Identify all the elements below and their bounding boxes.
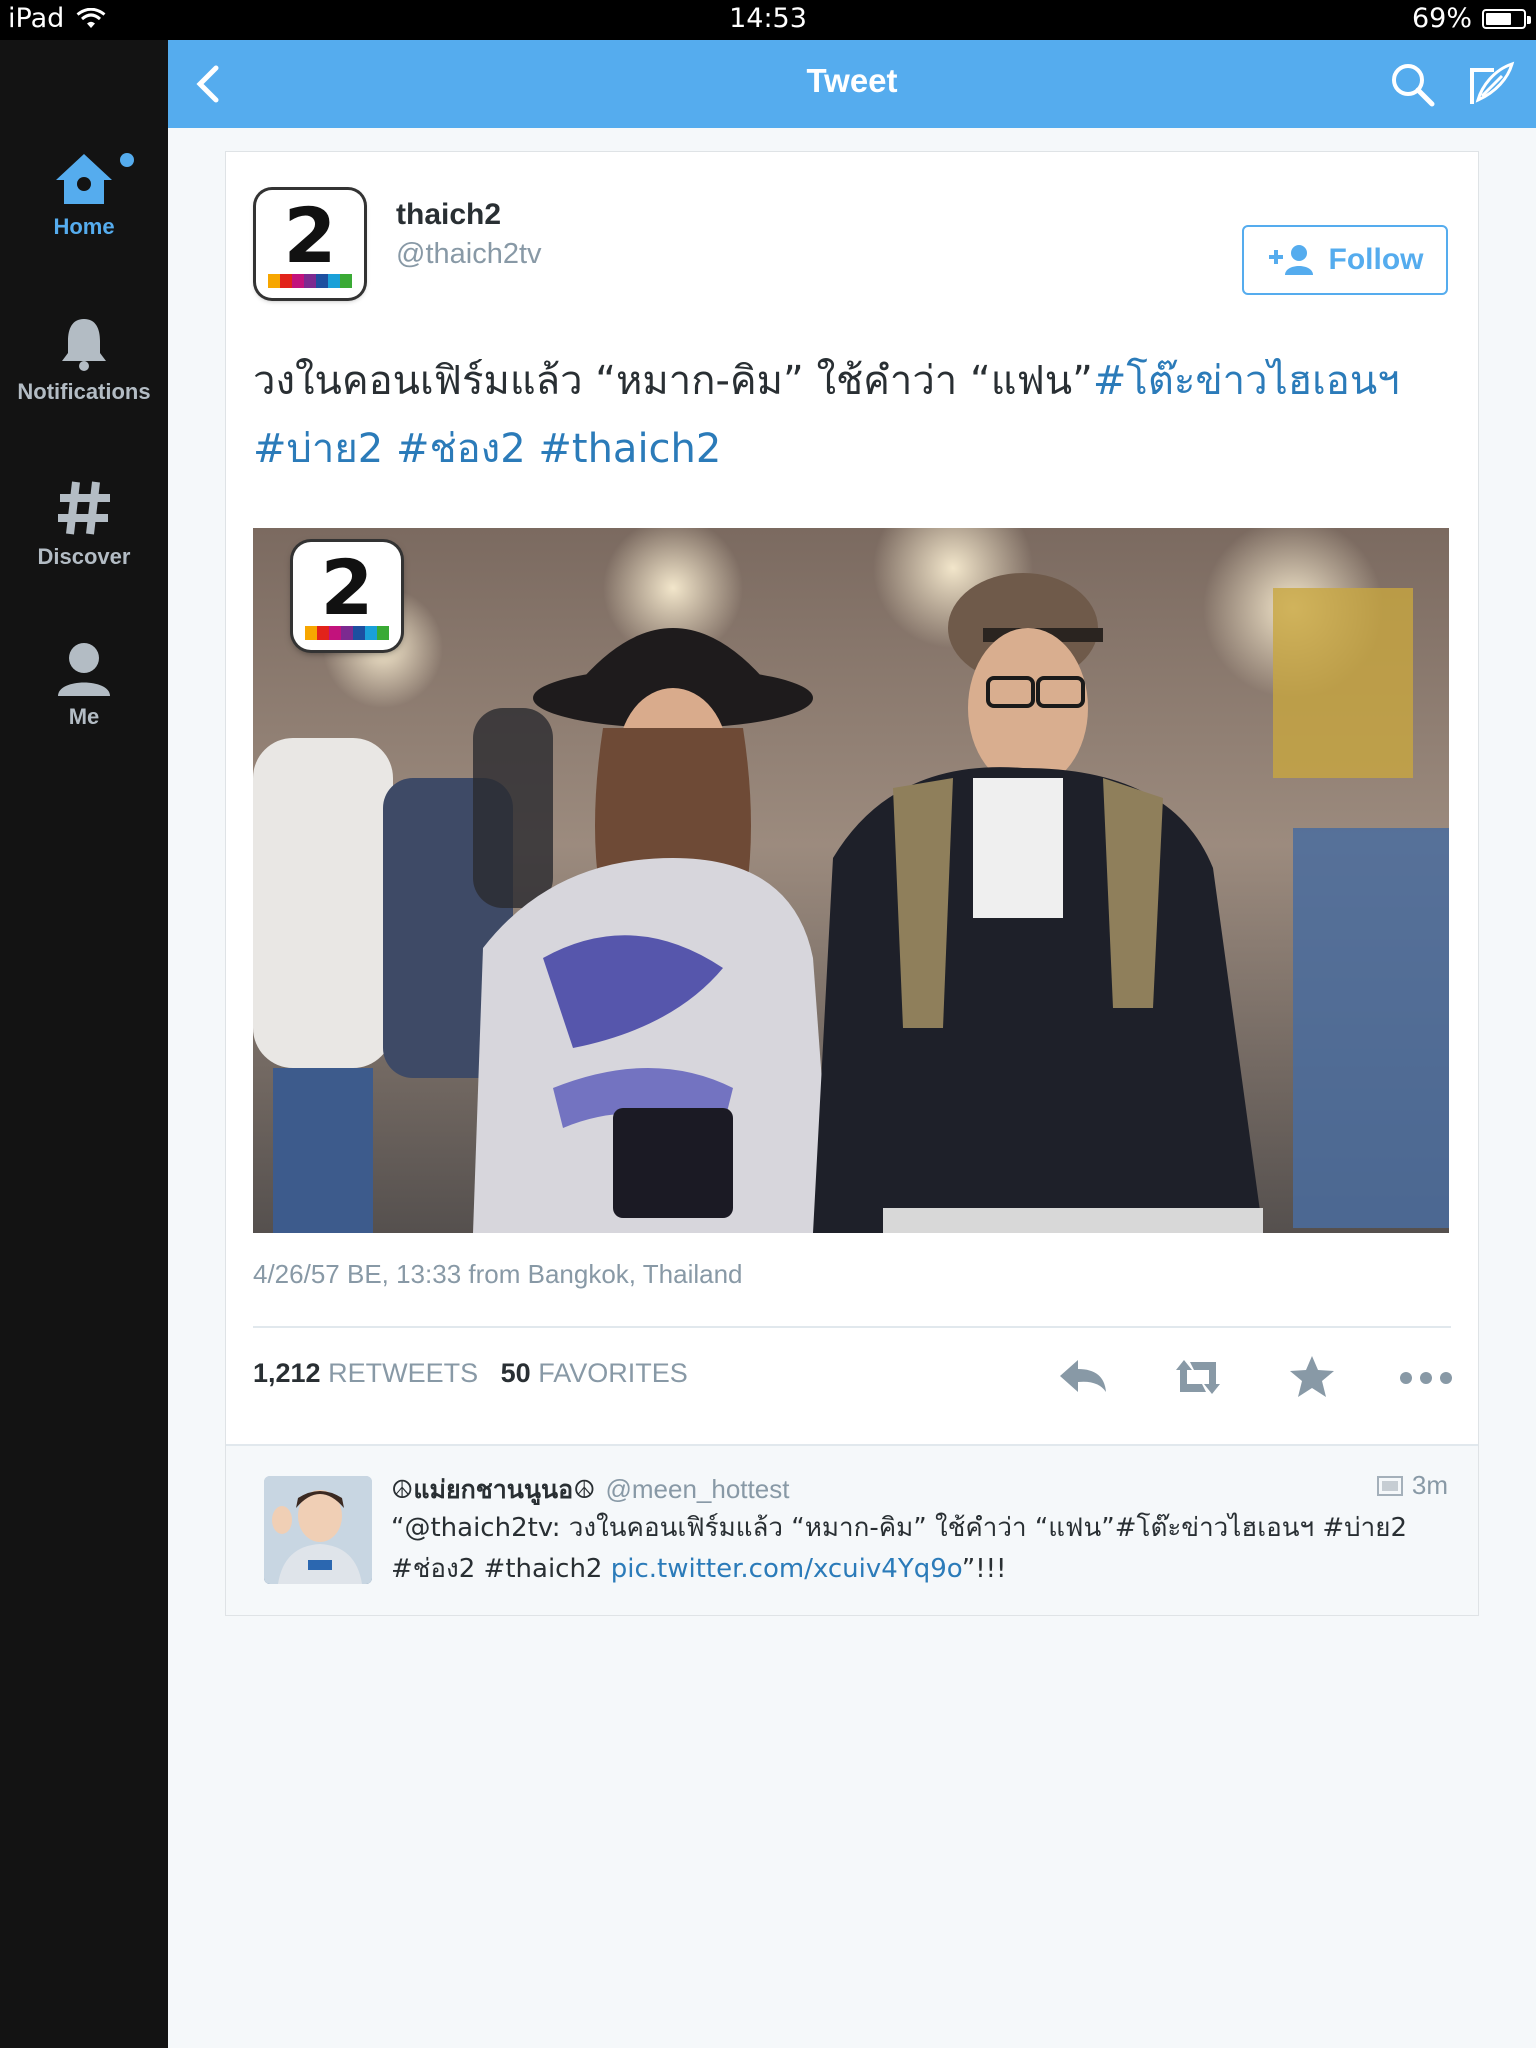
reply-timestamp: 3m	[1411, 1470, 1448, 1500]
favorite-count[interactable]: 50	[501, 1358, 531, 1388]
tweet-timestamp-location: 4/26/57 BE, 13:33 from Bangkok, Thailand	[253, 1259, 743, 1289]
reply-text: “@thaich2tv: วงในคอนเฟิร์มแล้ว “หมาก-คิม…	[391, 1508, 1421, 1590]
retweet-button[interactable]	[1168, 1352, 1228, 1402]
author-name[interactable]: thaich2	[396, 198, 501, 232]
reply-button[interactable]	[1054, 1352, 1114, 1402]
photo-scene	[253, 528, 1449, 1233]
follow-label: Follow	[1328, 243, 1424, 276]
sidebar-item-discover[interactable]: Discover	[0, 478, 168, 570]
reply-avatar-photo	[264, 1476, 372, 1584]
reply-header: ☮แม่ยกชานนูนอ☮ @meen_hottest	[391, 1470, 789, 1510]
reply-icon	[1060, 1360, 1106, 1392]
reply-tweet[interactable]: ☮แม่ยกชานนูนอ☮ @meen_hottest 3m “@thaich2…	[226, 1446, 1478, 1615]
photo-attachment-icon	[1376, 1475, 1403, 1496]
favorite-button[interactable]	[1282, 1352, 1342, 1402]
search-icon[interactable]	[1390, 62, 1436, 108]
sidebar-item-notifications[interactable]: Notifications	[0, 315, 168, 405]
author-handle[interactable]: @thaich2tv	[396, 238, 542, 271]
more-button[interactable]	[1396, 1352, 1456, 1402]
more-icon	[1400, 1372, 1452, 1384]
hashtag-icon	[58, 481, 110, 535]
hashtag-link[interactable]: #ช่อง2	[396, 426, 526, 472]
sidebar-item-label: Notifications	[17, 379, 151, 404]
sidebar-item-label: Discover	[37, 544, 131, 569]
reply-time: 3m	[1376, 1470, 1448, 1501]
follow-button[interactable]: Follow	[1242, 225, 1448, 295]
avatar-logo-text: 2	[283, 191, 337, 280]
hashtag-link[interactable]: #บ่าย2	[253, 426, 383, 472]
tweet-card: 2 thaich2 @thaich2tv Follow วงในคอนเฟิร์…	[225, 151, 1479, 1616]
reply-body-end: ”!!!	[961, 1554, 1007, 1584]
page-title: Tweet	[806, 62, 898, 99]
tweet-text: วงในคอนเฟิร์มแล้ว “หมาก-คิม” ใช้คำว่า “แ…	[253, 347, 1453, 483]
reply-author-handle[interactable]: @meen_hottest	[606, 1474, 790, 1504]
birdhouse-icon	[56, 154, 112, 204]
sidebar: Home Notifications Discover Me	[0, 40, 168, 2048]
avatar-color-stripe	[268, 274, 352, 288]
add-user-icon	[1268, 245, 1313, 275]
reply-author-name[interactable]: ☮แม่ยกชานนูนอ☮	[391, 1475, 596, 1504]
photo-logo-text: 2	[320, 543, 374, 632]
compose-icon[interactable]	[1468, 60, 1516, 108]
favorite-star-icon	[1290, 1356, 1334, 1397]
sidebar-item-me[interactable]: Me	[0, 640, 168, 730]
sidebar-item-label: Home	[53, 214, 115, 239]
divider	[253, 1326, 1451, 1328]
retweet-icon	[1176, 1360, 1220, 1394]
avatar[interactable]	[264, 1476, 372, 1584]
bell-icon	[62, 319, 106, 371]
battery-percent: 69%	[1411, 3, 1472, 34]
hashtag-link[interactable]: #โต๊ะข่าวไฮเอนฯ	[1093, 358, 1400, 404]
status-bar: iPad 14:53 69%	[0, 0, 1536, 40]
tweet-body: วงในคอนเฟิร์มแล้ว “หมาก-คิม” ใช้คำว่า “แ…	[253, 358, 1093, 404]
photo-logo-stripe	[305, 626, 389, 640]
top-nav-bar: Tweet	[168, 40, 1536, 128]
tweet-photo[interactable]: 2	[253, 528, 1449, 1233]
sidebar-item-label: Me	[68, 704, 100, 729]
favorite-label[interactable]: FAVORITES	[538, 1358, 688, 1388]
retweet-label[interactable]: RETWEETS	[328, 1358, 478, 1388]
person-icon	[58, 643, 110, 696]
clock: 14:53	[729, 3, 807, 34]
photo-channel-logo: 2	[293, 542, 401, 650]
tweet-actions	[1054, 1352, 1456, 1402]
battery-icon	[1482, 8, 1531, 29]
new-content-dot	[120, 153, 134, 167]
photo-link[interactable]: pic.twitter.com/xcuiv4Yq9o	[611, 1554, 962, 1584]
avatar[interactable]: 2	[256, 190, 364, 298]
retweet-count[interactable]: 1,212	[253, 1358, 321, 1388]
tweet-stats: 1,212 RETWEETS 50 FAVORITES	[253, 1358, 688, 1389]
hashtag-link[interactable]: #thaich2	[538, 426, 721, 472]
sidebar-item-home[interactable]: Home	[0, 150, 168, 240]
